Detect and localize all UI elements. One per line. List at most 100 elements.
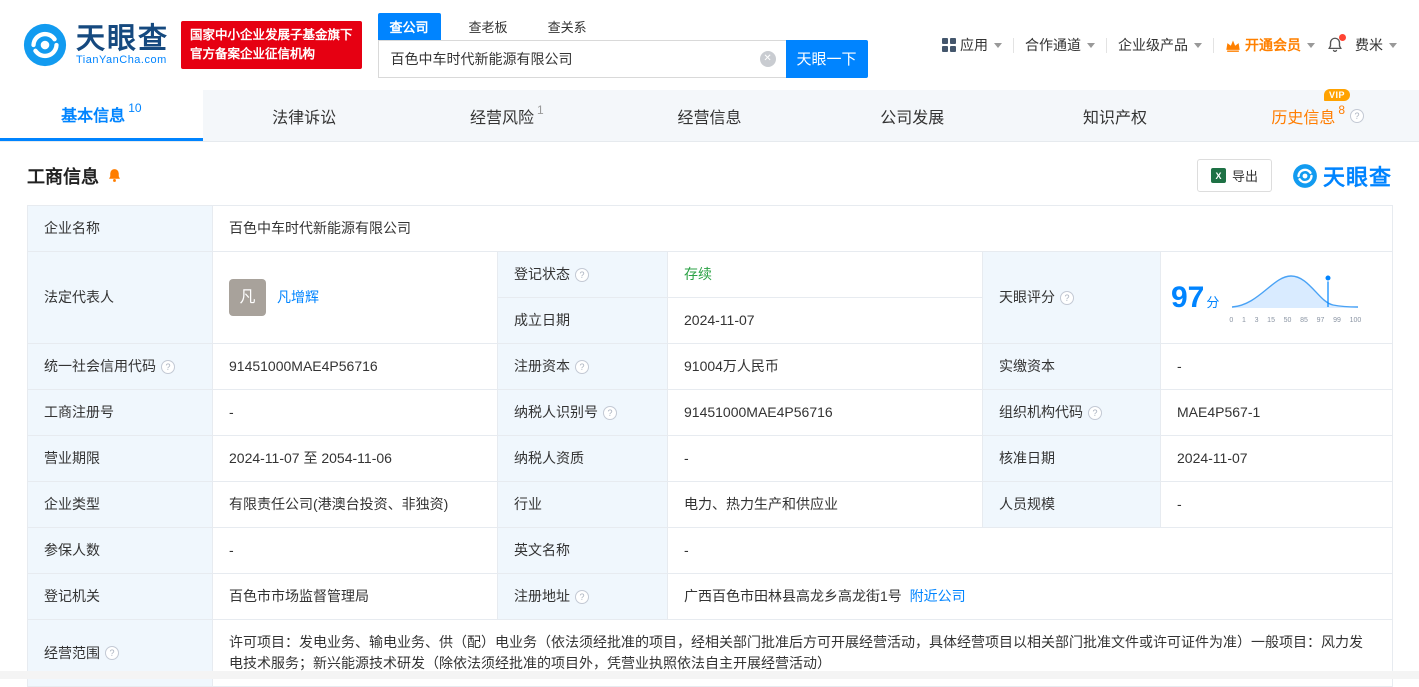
tab-history-info[interactable]: VIP 历史信息 8 ? (1216, 90, 1419, 141)
chevron-down-icon (994, 43, 1002, 48)
label-org-code-text: 组织机构代码 (999, 402, 1083, 423)
alert-bell-icon[interactable] (106, 167, 123, 184)
nav-divider (1013, 38, 1014, 53)
notification-bell[interactable] (1326, 36, 1344, 54)
value-reg-address: 广西百色市田林县高龙乡高龙街1号 附近公司 (668, 574, 1393, 620)
value-legal-rep: 凡 凡增辉 (213, 252, 498, 344)
label-score-text: 天眼评分 (999, 287, 1055, 308)
reg-address-text: 广西百色市田林县高龙乡高龙街1号 (684, 588, 902, 604)
value-org-code: MAE4P567-1 (1161, 390, 1393, 436)
tab-legal-proceedings[interactable]: 法律诉讼 (203, 90, 406, 141)
chevron-down-icon (1389, 43, 1397, 48)
label-taxpayer-quality: 纳税人资质 (498, 436, 668, 482)
value-insured-count: - (213, 528, 498, 574)
company-page-tabs: 基本信息 10 法律诉讼 经营风险 1 经营信息 公司发展 知识产权 VIP 历… (0, 90, 1419, 142)
excel-icon: X (1211, 168, 1226, 183)
vip-badge: VIP (1324, 89, 1350, 101)
tianyancha-logo[interactable]: 天眼查 TianYanCha.com (22, 22, 169, 68)
tab-basic-info-label: 基本信息 (61, 102, 125, 126)
label-reg-capital: 注册资本? (498, 344, 668, 390)
label-company-name: 企业名称 (28, 206, 213, 252)
certification-badge-line1: 国家中小企业发展子基金旗下 (190, 26, 353, 45)
top-header: 天眼查 TianYanCha.com 国家中小企业发展子基金旗下 官方备案企业征… (0, 0, 1419, 90)
tab-basic-info[interactable]: 基本信息 10 (0, 90, 203, 141)
search-input[interactable] (379, 41, 786, 77)
help-icon[interactable]: ? (1350, 109, 1364, 123)
tab-history-label: 历史信息 (1271, 104, 1335, 128)
nav-user[interactable]: 费米 (1355, 35, 1397, 55)
tab-risk-count: 1 (537, 103, 544, 117)
label-establish-date: 成立日期 (498, 298, 668, 344)
search-tabs: 查公司 查老板 查关系 (378, 13, 868, 40)
search-input-wrap: ✕ (378, 40, 786, 78)
value-english-name: - (668, 528, 1393, 574)
nav-open-vip[interactable]: 开通会员 (1225, 35, 1315, 55)
help-icon[interactable]: ? (575, 268, 589, 282)
label-credit-code: 统一社会信用代码? (28, 344, 213, 390)
search-tab-company[interactable]: 查公司 (378, 13, 441, 40)
tab-legal-label: 法律诉讼 (272, 104, 336, 128)
brand-watermark: 天眼查 (1292, 160, 1392, 192)
nav-enterprise-label: 企业级产品 (1118, 35, 1188, 55)
label-business-term: 营业期限 (28, 436, 213, 482)
help-icon[interactable]: ? (575, 590, 589, 604)
tab-operating-info[interactable]: 经营信息 (608, 90, 811, 141)
value-establish-date: 2024-11-07 (668, 298, 983, 344)
value-company-name: 百色中车时代新能源有限公司 (213, 206, 1393, 252)
legal-rep-avatar[interactable]: 凡 (229, 279, 266, 316)
label-legal-rep: 法定代表人 (28, 252, 213, 344)
nav-user-name: 费米 (1355, 35, 1383, 55)
nav-enterprise-products[interactable]: 企业级产品 (1118, 35, 1202, 55)
help-icon[interactable]: ? (161, 360, 175, 374)
search-tab-relation[interactable]: 查关系 (536, 13, 599, 40)
tab-company-development[interactable]: 公司发展 (811, 90, 1014, 141)
nav-cooperation[interactable]: 合作通道 (1025, 35, 1095, 55)
label-taxpayer-id: 纳税人识别号? (498, 390, 668, 436)
value-company-type: 有限责任公司(港澳台投资、非独资) (213, 482, 498, 528)
search-tab-boss[interactable]: 查老板 (457, 13, 520, 40)
help-icon[interactable]: ? (603, 406, 617, 420)
value-taxpayer-id: 91451000MAE4P56716 (668, 390, 983, 436)
clear-icon[interactable]: ✕ (760, 51, 776, 67)
tianyancha-logo-icon (22, 22, 68, 68)
search-block: 查公司 查老板 查关系 ✕ 天眼一下 (378, 13, 868, 78)
label-reg-status: 登记状态 ? (498, 252, 668, 298)
nav-apps[interactable]: 应用 (942, 35, 1002, 55)
value-industry: 电力、热力生产和供应业 (668, 482, 983, 528)
business-info-table: 企业名称 百色中车时代新能源有限公司 法定代表人 凡 凡增辉 登记状态 ? 存续… (27, 205, 1393, 687)
nearby-companies-link[interactable]: 附近公司 (910, 588, 966, 604)
label-reg-authority: 登记机关 (28, 574, 213, 620)
legal-rep-link[interactable]: 凡增辉 (277, 287, 319, 308)
nav-divider (1213, 38, 1214, 53)
export-button[interactable]: X 导出 (1197, 159, 1272, 192)
tab-intellectual-property[interactable]: 知识产权 (1014, 90, 1217, 141)
tab-operation-label: 经营信息 (678, 104, 742, 128)
label-reg-capital-text: 注册资本 (514, 356, 570, 377)
score-value: 97 (1171, 281, 1204, 314)
label-business-scope-text: 经营范围 (44, 643, 100, 664)
nav-divider (1106, 38, 1107, 53)
search-button[interactable]: 天眼一下 (786, 40, 868, 78)
nav-open-vip-label: 开通会员 (1245, 35, 1301, 55)
score-chart-ticks: 0131550859799100 (1229, 316, 1361, 327)
logo-subtext: TianYanCha.com (76, 54, 169, 66)
help-icon[interactable]: ? (1088, 406, 1102, 420)
chevron-down-icon (1307, 43, 1315, 48)
score-unit: 分 (1206, 295, 1219, 310)
tab-operating-risk[interactable]: 经营风险 1 (405, 90, 608, 141)
logo-text: 天眼查 (76, 24, 169, 54)
value-reg-number: - (213, 390, 498, 436)
certification-badge: 国家中小企业发展子基金旗下 官方备案企业征信机构 (181, 21, 362, 70)
help-icon[interactable]: ? (1060, 291, 1074, 305)
score-number: 97分 (1171, 275, 1219, 320)
tianyancha-watermark-icon (1292, 163, 1318, 189)
chevron-down-icon (1194, 43, 1202, 48)
label-reg-address-text: 注册地址 (514, 586, 570, 607)
value-reg-authority: 百色市市场监督管理局 (213, 574, 498, 620)
tab-development-label: 公司发展 (880, 104, 944, 128)
label-paid-capital: 实缴资本 (983, 344, 1161, 390)
tab-basic-info-count: 10 (128, 101, 141, 115)
certification-badge-line2: 官方备案企业征信机构 (190, 45, 353, 64)
help-icon[interactable]: ? (105, 646, 119, 660)
help-icon[interactable]: ? (575, 360, 589, 374)
